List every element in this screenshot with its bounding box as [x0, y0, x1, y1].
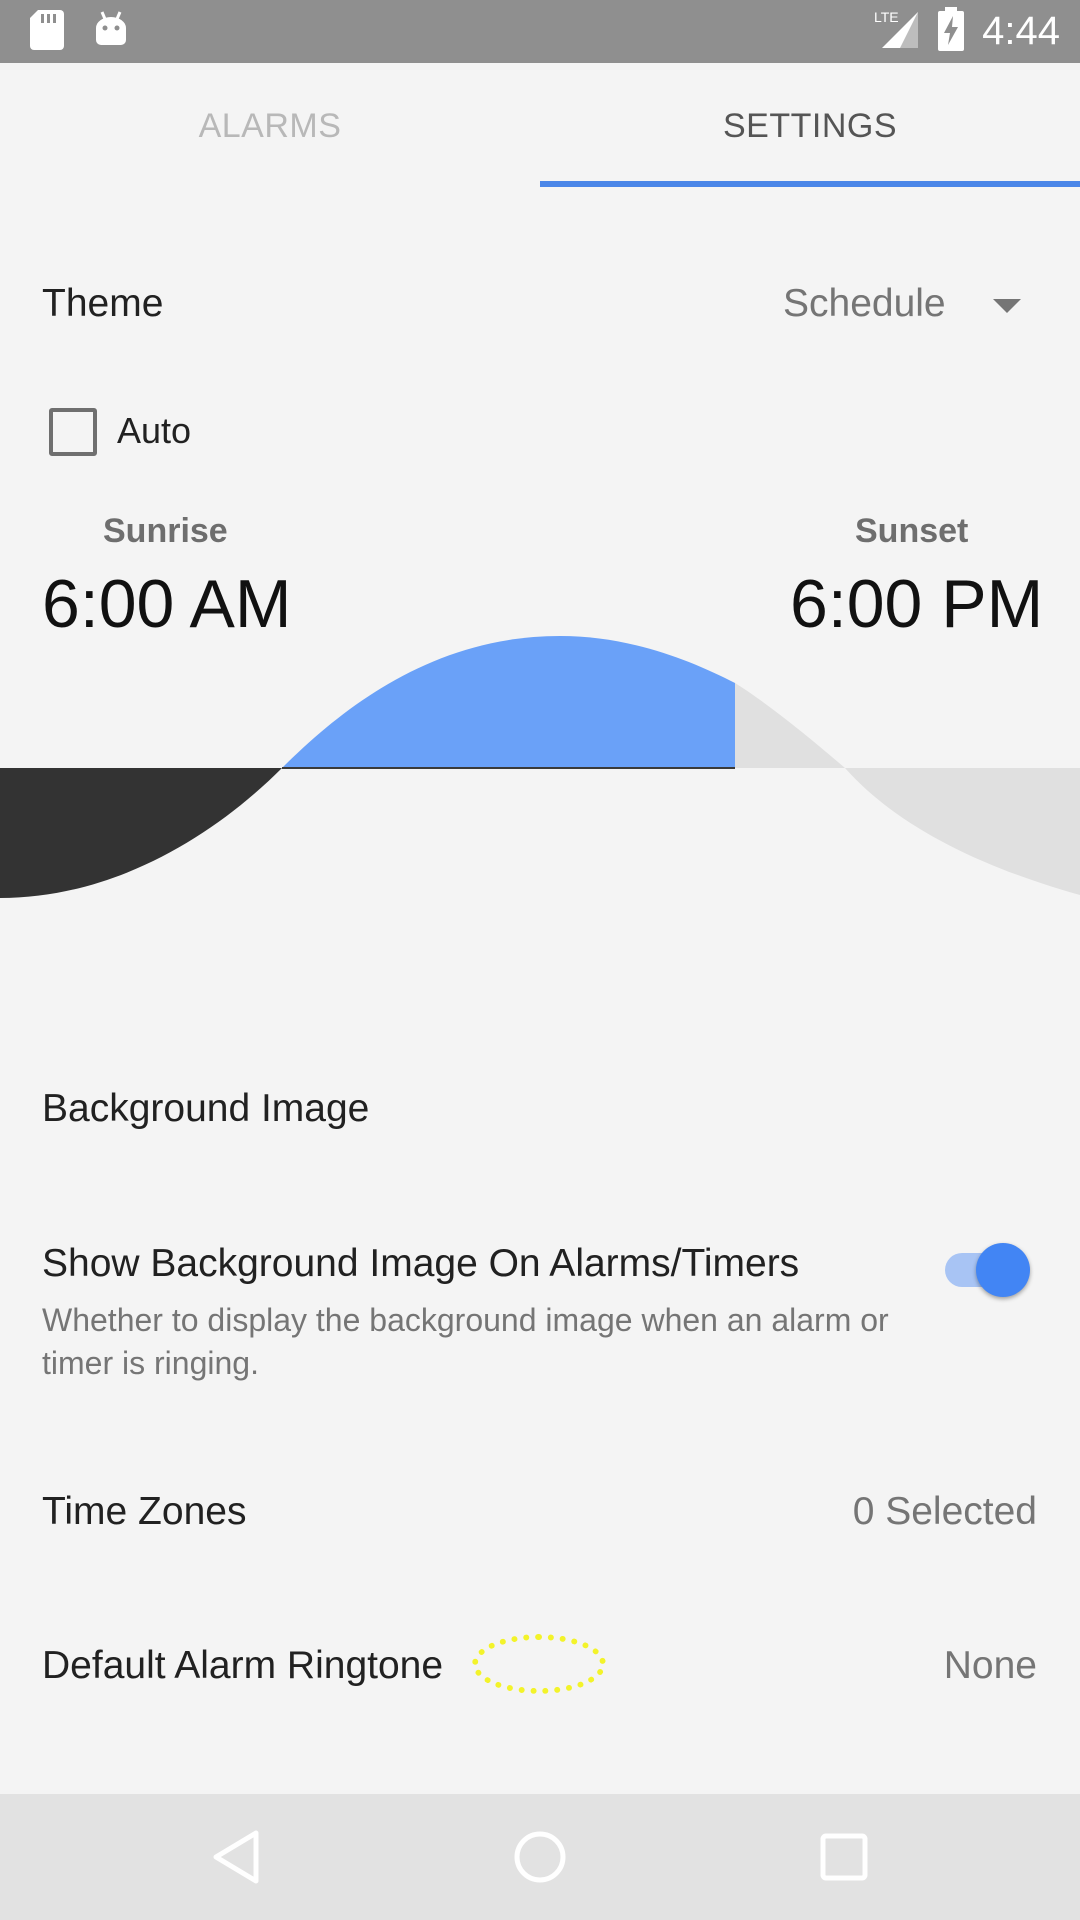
tab-bar: ALARMS SETTINGS: [0, 63, 1080, 189]
lte-signal-icon: LTE: [874, 8, 920, 55]
day-night-curve: [0, 636, 1080, 898]
auto-checkbox[interactable]: [49, 408, 97, 456]
default-ringtone-value[interactable]: None: [944, 1644, 1037, 1688]
battery-charging-icon: [938, 7, 965, 56]
show-background-description: Whether to display the background image …: [42, 1302, 889, 1381]
time-zones-label[interactable]: Time Zones: [42, 1490, 246, 1534]
tab-settings[interactable]: SETTINGS: [540, 63, 1080, 189]
recents-icon[interactable]: [814, 1827, 874, 1887]
time-zones-value[interactable]: 0 Selected: [853, 1490, 1037, 1534]
background-image-setting[interactable]: Background Image: [42, 1087, 369, 1131]
svg-text:LTE: LTE: [874, 9, 899, 25]
sunrise-label: Sunrise: [103, 512, 228, 550]
sunset-label: Sunset: [855, 512, 969, 550]
auto-checkbox-label[interactable]: Auto: [117, 410, 191, 452]
android-icon: [94, 10, 128, 55]
default-ringtone-label[interactable]: Default Alarm Ringtone: [42, 1644, 443, 1688]
home-icon[interactable]: [510, 1827, 570, 1887]
theme-label: Theme: [42, 282, 164, 325]
sd-card-icon: [30, 10, 64, 55]
theme-dropdown[interactable]: Schedule: [783, 282, 946, 326]
chevron-down-icon[interactable]: [993, 299, 1021, 313]
show-background-label: Show Background Image On Alarms/Timers: [42, 1242, 800, 1285]
touch-indicator: [472, 1634, 606, 1694]
clock: 4:44: [982, 9, 1060, 53]
back-icon[interactable]: [208, 1827, 268, 1887]
night-area: [0, 768, 282, 898]
selected-tab-indicator: [540, 181, 1080, 187]
status-bar: LTE 4:44: [0, 0, 1080, 63]
dusk-shade: [735, 683, 845, 768]
tab-alarms[interactable]: ALARMS: [0, 63, 540, 189]
toggle-thumb[interactable]: [976, 1243, 1030, 1297]
daylight-area: [282, 636, 735, 768]
navigation-bar: [0, 1794, 1080, 1920]
